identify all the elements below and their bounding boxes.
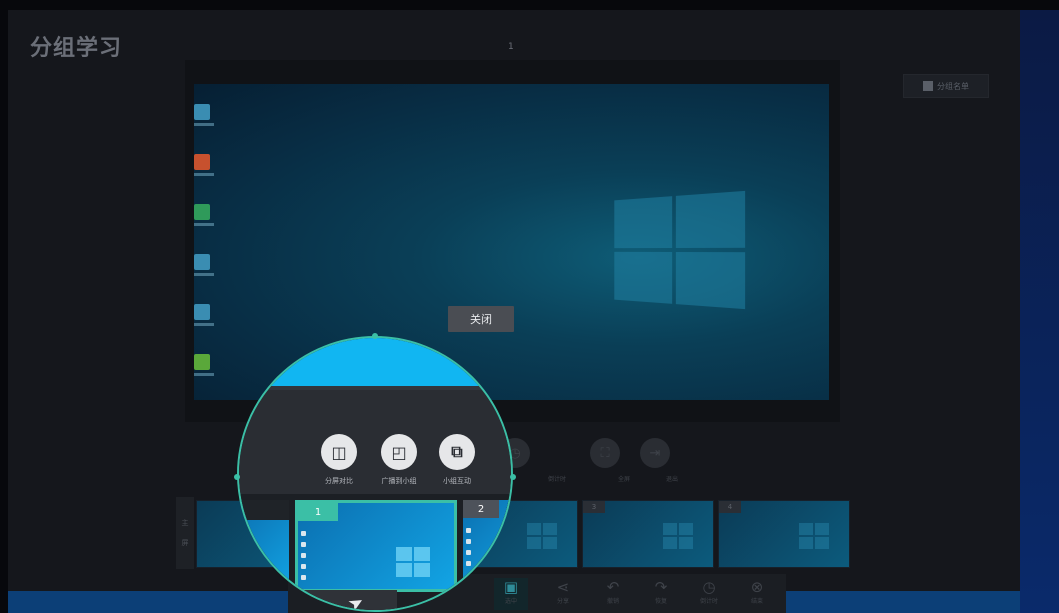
desktop-icon bbox=[194, 354, 214, 382]
magnifier-lens: ◫ 分屏对比 ◰ 广播到小组 ⧉ 小组互动 1 2 ➤ bbox=[237, 336, 513, 612]
desktop-icon-column bbox=[301, 531, 307, 586]
split-compare-icon: ◫ bbox=[321, 434, 357, 470]
magnified-desktop bbox=[239, 338, 511, 386]
countdown-button[interactable]: ◷ 倒计时 bbox=[692, 578, 726, 610]
side-tab-label: 屏 bbox=[181, 539, 189, 547]
main-screen-tab[interactable]: 主 屏 bbox=[176, 497, 194, 569]
close-circle-icon: ⊗ bbox=[750, 578, 764, 596]
lens-handle[interactable] bbox=[234, 474, 240, 480]
windows-logo bbox=[614, 190, 746, 310]
magnified-thumbnail[interactable] bbox=[239, 500, 289, 592]
desktop-icon bbox=[194, 154, 214, 182]
fullscreen-icon[interactable]: ⛶ bbox=[590, 438, 620, 468]
dim-toolbar: ◷ ⛶ ⇥ bbox=[500, 438, 670, 468]
windows-logo bbox=[396, 547, 430, 577]
broadcast-group-label: 广播到小组 bbox=[381, 477, 417, 485]
broadcast-group-icon: ◰ bbox=[381, 434, 417, 470]
desktop-icon-column bbox=[194, 104, 214, 400]
bottom-toolbar-label: 恢复 bbox=[654, 598, 667, 605]
close-button[interactable]: 关闭 bbox=[448, 306, 514, 332]
group-roster-button[interactable]: 分组名单 bbox=[903, 74, 989, 98]
split-compare-button[interactable]: ◫ 分屏对比 bbox=[321, 434, 357, 486]
desktop-icon bbox=[194, 254, 214, 282]
lens-handle[interactable] bbox=[372, 333, 378, 339]
redo-button[interactable]: ↷ 恢复 bbox=[644, 578, 678, 610]
exit-icon[interactable]: ⇥ bbox=[640, 438, 670, 468]
desktop-background-edge bbox=[1020, 10, 1059, 613]
desktop-icon bbox=[194, 104, 214, 132]
magnified-thumbnail[interactable]: 2 bbox=[463, 500, 511, 592]
group-interact-label: 小组互动 bbox=[443, 477, 471, 485]
bottom-toolbar-label: 分享 bbox=[556, 598, 569, 605]
thumbnail[interactable]: 3 bbox=[582, 500, 714, 568]
page-number: 1 bbox=[508, 42, 514, 52]
thumbnail-number: 3 bbox=[583, 501, 605, 513]
thumbnail-number: 4 bbox=[719, 501, 741, 513]
group-interact-icon: ⧉ bbox=[439, 434, 475, 470]
undo-button[interactable]: ↶ 撤销 bbox=[596, 578, 630, 610]
group-interact-button[interactable]: ⧉ 小组互动 bbox=[439, 434, 475, 486]
lens-handle[interactable] bbox=[510, 474, 516, 480]
thumbnail-number: 2 bbox=[463, 500, 499, 518]
share-button[interactable]: ⋖ 分享 bbox=[546, 578, 580, 610]
clock-icon: ◷ bbox=[702, 578, 716, 596]
page-title: 分组学习 bbox=[30, 36, 123, 61]
redo-icon: ↷ bbox=[654, 578, 668, 596]
desktop-icon-column bbox=[466, 528, 472, 572]
taskbar-right bbox=[786, 591, 1020, 613]
split-compare-label: 分屏对比 bbox=[325, 477, 353, 485]
side-tab-label: 主 bbox=[181, 519, 189, 527]
end-button[interactable]: ⊗ 结束 bbox=[740, 578, 774, 610]
group-roster-label: 分组名单 bbox=[937, 81, 969, 91]
share-icon: ⋖ bbox=[556, 578, 570, 596]
thumbnail-number: 1 bbox=[298, 503, 338, 521]
desktop-icon bbox=[194, 204, 214, 232]
broadcast-group-button[interactable]: ◰ 广播到小组 bbox=[381, 434, 417, 486]
undo-icon: ↶ bbox=[606, 578, 620, 596]
bottom-toolbar-label: 倒计时 bbox=[699, 598, 718, 605]
thumbnail[interactable]: 4 bbox=[718, 500, 850, 568]
magnified-thumbnail-selected[interactable]: 1 bbox=[295, 500, 457, 592]
dim-toolbar-label: 全屏 bbox=[618, 476, 631, 483]
desktop-icon bbox=[194, 304, 214, 332]
dim-toolbar-label: 倒计时 bbox=[548, 476, 567, 483]
dim-toolbar-label: 退出 bbox=[666, 476, 679, 483]
bottom-toolbar-label: 结束 bbox=[750, 598, 763, 605]
bottom-toolbar-label: 撤销 bbox=[606, 598, 619, 605]
list-icon bbox=[923, 81, 933, 91]
